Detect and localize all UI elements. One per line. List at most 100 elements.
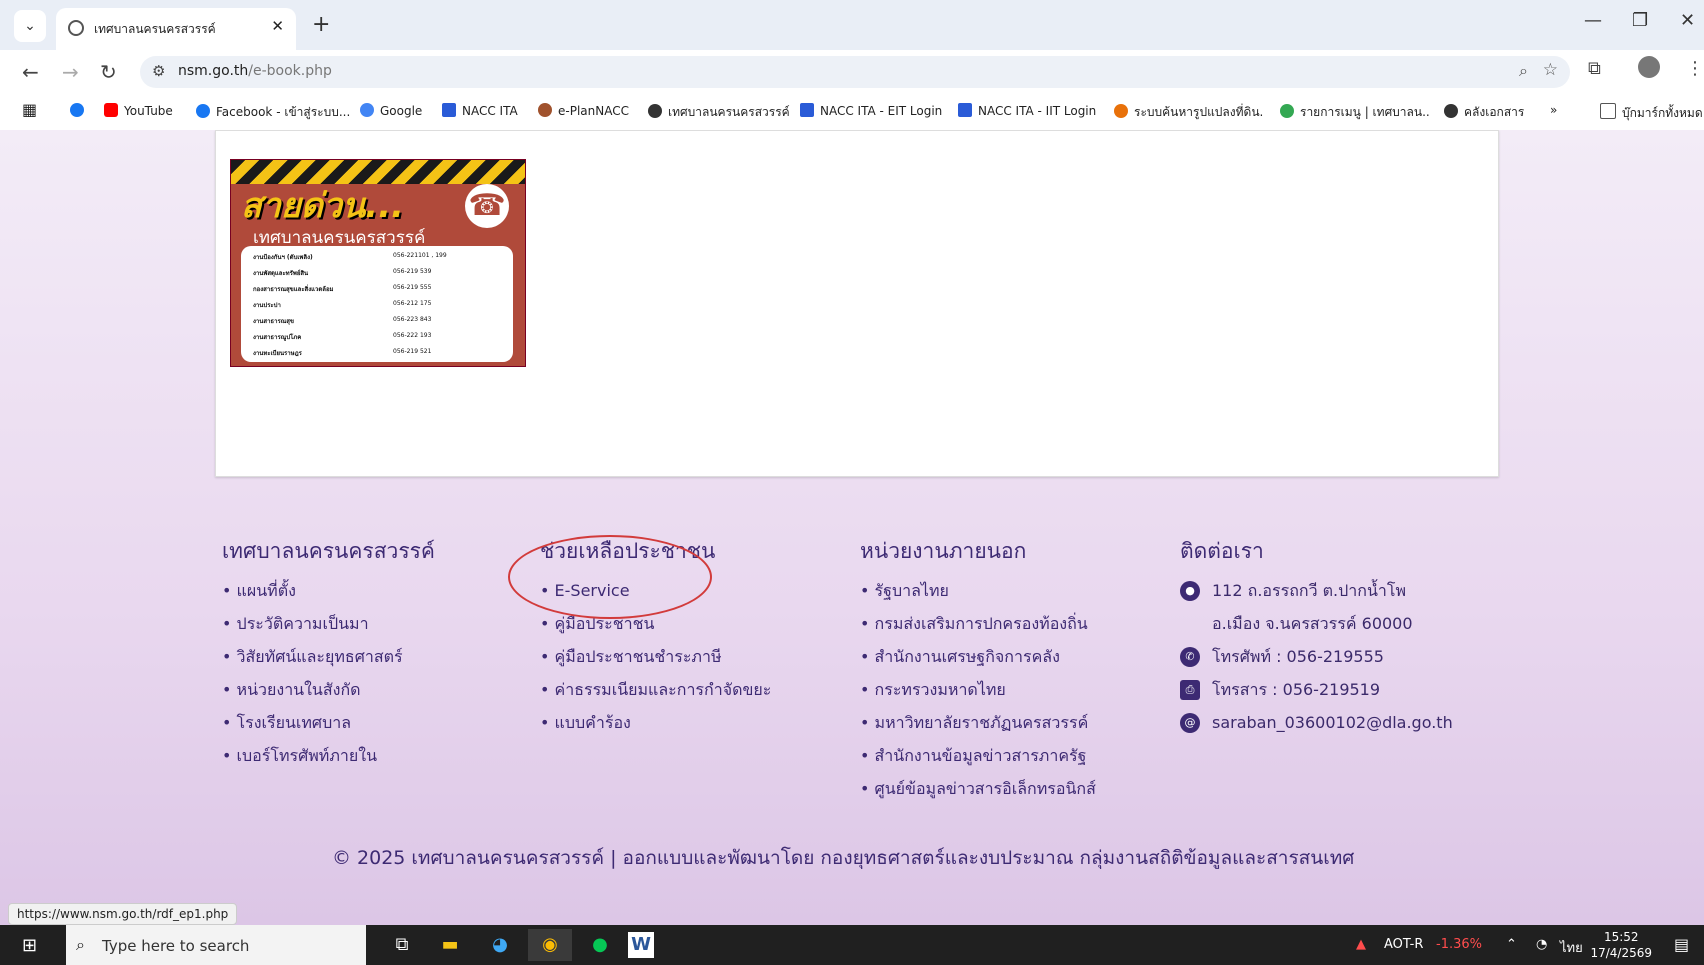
hotline-row: งานทะเบียนราษฎร 056-219 521 <box>253 348 432 357</box>
footer-link[interactable]: • ประวัติความเป็นมา <box>222 607 435 640</box>
stock-change: -1.36% <box>1436 937 1482 952</box>
footer-link[interactable]: • คู่มือประชาชนชำระภาษี <box>540 640 771 673</box>
footer-link[interactable]: • มหาวิทยาลัยราชภัฏนครสวรรค์ <box>860 706 1096 739</box>
extensions-icon[interactable]: ⧉ <box>1588 58 1601 79</box>
footer-link[interactable]: • วิสัยทัศน์และยุทธศาสตร์ <box>222 640 435 673</box>
footer-link[interactable]: • รัฐบาลไทย <box>860 574 1096 607</box>
footer-link[interactable]: • โรงเรียนเทศบาล <box>222 706 435 739</box>
taskbar-clock[interactable]: 15:52 17/4/2569 <box>1590 929 1652 961</box>
window-close-icon[interactable]: ✕ <box>1680 10 1695 31</box>
hotline-row: งานประปา 056-212 175 <box>253 300 432 309</box>
star-icon[interactable]: ☆ <box>1543 60 1558 80</box>
profile-avatar[interactable] <box>1638 56 1660 78</box>
tab-search-button[interactable]: ⌄ <box>14 10 46 42</box>
footer-link[interactable]: • แบบคำร้อง <box>540 706 771 739</box>
footer-col-external: หน่วยงานภายนอก • รัฐบาลไทย • กรมส่งเสริม… <box>860 535 1096 805</box>
map-pin-icon: ● <box>1180 581 1200 601</box>
bookmark-item[interactable]: คลังเอกสาร <box>1444 103 1524 122</box>
telephone-icon: ☎ <box>465 184 509 228</box>
bookmark-item[interactable]: เทศบาลนครนครสวรรค์ <box>648 103 790 122</box>
bookmark-item[interactable]: Facebook - เข้าสู่ระบบ... <box>196 103 350 122</box>
address-bar[interactable]: ⚙ nsm.go.th/e-book.php ⌕ ☆ <box>140 56 1570 88</box>
taskbar-search[interactable]: ⌕ Type here to search <box>66 925 366 965</box>
copyright-text: © 2025 เทศบาลนครนครสวรรค์ | ออกแบบและพัฒ… <box>332 847 1355 869</box>
email-line[interactable]: @ saraban_03600102@dla.go.th <box>1180 706 1453 739</box>
hotline-row: กองสาธารณสุขและสิ่งแวดล้อม 056-219 555 <box>253 284 432 293</box>
google-icon <box>360 103 374 117</box>
hotline-row: งานสาธารณูปโภค 056-222 193 <box>253 332 432 341</box>
windows-start-icon[interactable]: ⊞ <box>22 935 37 956</box>
file-explorer-icon[interactable]: ▬ <box>428 929 472 961</box>
footer-link[interactable]: • ศูนย์ข้อมูลข่าวสารอิเล็กทรอนิกส์ <box>860 772 1096 805</box>
chrome-icon[interactable]: ◉ <box>528 929 572 961</box>
footer-col-title: หน่วยงานภายนอก <box>860 539 1027 563</box>
bookmark-item[interactable]: ระบบค้นหารูปแปลงที่ดิน... <box>1114 103 1264 122</box>
footer-link[interactable]: • กระทรวงมหาดไทย <box>860 673 1096 706</box>
footer-link[interactable]: • เบอร์โทรศัพท์ภายใน <box>222 739 435 772</box>
close-icon[interactable]: ✕ <box>271 17 284 35</box>
bookmark-item[interactable]: NACC ITA - IIT Login <box>958 103 1096 118</box>
hotline-banner[interactable]: สายด่วน... ☎ เทศบาลนครนครสวรรค์ งานป้องก… <box>230 159 526 367</box>
footer-col-title: ติดต่อเรา <box>1180 539 1264 563</box>
footer-link[interactable]: • ค่าธรรมเนียมและการกำจัดขยะ <box>540 673 771 706</box>
bookmark-item[interactable]: YouTube <box>104 103 173 118</box>
footer-link[interactable]: • หน่วยงานในสังกัด <box>222 673 435 706</box>
content-card: สายด่วน... ☎ เทศบาลนครนครสวรรค์ งานป้องก… <box>215 130 1499 477</box>
address-line: ● 112 ถ.อรรถกวี ต.ปากน้ำโพ <box>1180 574 1453 607</box>
task-view-icon[interactable]: ⧉ <box>380 929 424 961</box>
facebook-icon <box>196 104 210 118</box>
language-indicator[interactable]: ไทย <box>1560 937 1583 958</box>
edge-icon[interactable]: ◕ <box>478 929 522 961</box>
bookmark-item[interactable]: NACC ITA <box>442 103 518 118</box>
globe-icon <box>648 104 662 118</box>
ita-icon <box>442 103 456 117</box>
folder-icon <box>1600 103 1616 119</box>
word-icon[interactable]: W <box>628 932 654 958</box>
bookmark-item[interactable]: Google <box>360 103 422 118</box>
phone-icon: ✆ <box>1180 647 1200 667</box>
footer-link[interactable]: • สำนักงานข้อมูลข่าวสารภาครัฐ <box>860 739 1096 772</box>
url-path: /e-book.php <box>248 63 332 79</box>
stock-name: AOT-R <box>1384 937 1424 952</box>
network-icon[interactable]: ◔ <box>1536 937 1547 952</box>
reload-icon[interactable]: ↻ <box>100 60 117 84</box>
bookmarks-bar: ▦ YouTube Facebook - เข้าสู่ระบบ... Goog… <box>0 94 1704 128</box>
address-line: อ.เมือง จ.นครสวรรค์ 60000 <box>1212 614 1413 633</box>
new-tab-button[interactable]: + <box>312 12 330 37</box>
apps-icon[interactable]: ▦ <box>22 100 37 119</box>
search-icon: ⌕ <box>76 935 85 954</box>
back-icon[interactable]: ← <box>22 60 39 84</box>
footer-link[interactable]: • แผนที่ตั้ง <box>222 574 435 607</box>
minimize-icon[interactable]: — <box>1584 10 1602 31</box>
all-bookmarks-folder[interactable]: บุ๊กมาร์กทั้งหมด <box>1600 103 1704 123</box>
notification-icon[interactable]: ▤ <box>1674 935 1689 954</box>
zoom-icon[interactable]: ⌕ <box>1519 61 1528 81</box>
menu-icon[interactable]: ⋮ <box>1686 58 1704 79</box>
library-icon <box>1444 104 1458 118</box>
bookmark-facebook-icon[interactable] <box>70 103 90 118</box>
search-placeholder: Type here to search <box>102 937 250 955</box>
map-pin-icon <box>1114 104 1128 118</box>
forward-icon[interactable]: → <box>62 60 79 84</box>
menu-list-icon <box>1280 104 1294 118</box>
hotline-row: งานป้องกันฯ (ดับเพลิง) 056-221101 , 199 <box>253 252 447 261</box>
windows-taskbar: ⊞ ⌕ Type here to search ⧉ ▬ ◕ ◉ ● W ▲ AO… <box>0 925 1704 965</box>
bookmark-item[interactable]: NACC ITA - EIT Login <box>800 103 942 118</box>
status-bar-url: https://www.nsm.go.th/rdf_ep1.php <box>8 903 238 925</box>
footer-link[interactable]: • สำนักงานเศรษฐกิจการคลัง <box>860 640 1096 673</box>
restore-icon[interactable]: ❐ <box>1632 10 1648 31</box>
tab-active[interactable]: เทศบาลนครนครสวรรค์ ✕ <box>56 8 296 50</box>
footer-col-contact: ติดต่อเรา ● 112 ถ.อรรถกวี ต.ปากน้ำโพ อ.เม… <box>1180 535 1453 739</box>
bookmark-item[interactable]: รายการเมนู | เทศบาลน... <box>1280 103 1430 122</box>
tray-chevron-icon[interactable]: ⌃ <box>1506 937 1517 952</box>
youtube-icon <box>104 103 118 117</box>
footer-col-municipality: เทศบาลนครนครสวรรค์ • แผนที่ตั้ง • ประวัต… <box>222 535 435 772</box>
page-content: สายด่วน... ☎ เทศบาลนครนครสวรรค์ งานป้องก… <box>0 130 1704 925</box>
line-icon[interactable]: ● <box>578 929 622 961</box>
footer-link[interactable]: • กรมส่งเสริมการปกครองท้องถิ่น <box>860 607 1096 640</box>
hotline-row: งานพัสดุและทรัพย์สิน 056-219 539 <box>253 268 432 277</box>
red-circle-annotation <box>508 535 712 619</box>
more-bookmarks-icon[interactable]: » <box>1550 103 1557 117</box>
site-info-icon[interactable]: ⚙ <box>152 62 165 80</box>
bookmark-item[interactable]: e-PlanNACC <box>538 103 629 118</box>
